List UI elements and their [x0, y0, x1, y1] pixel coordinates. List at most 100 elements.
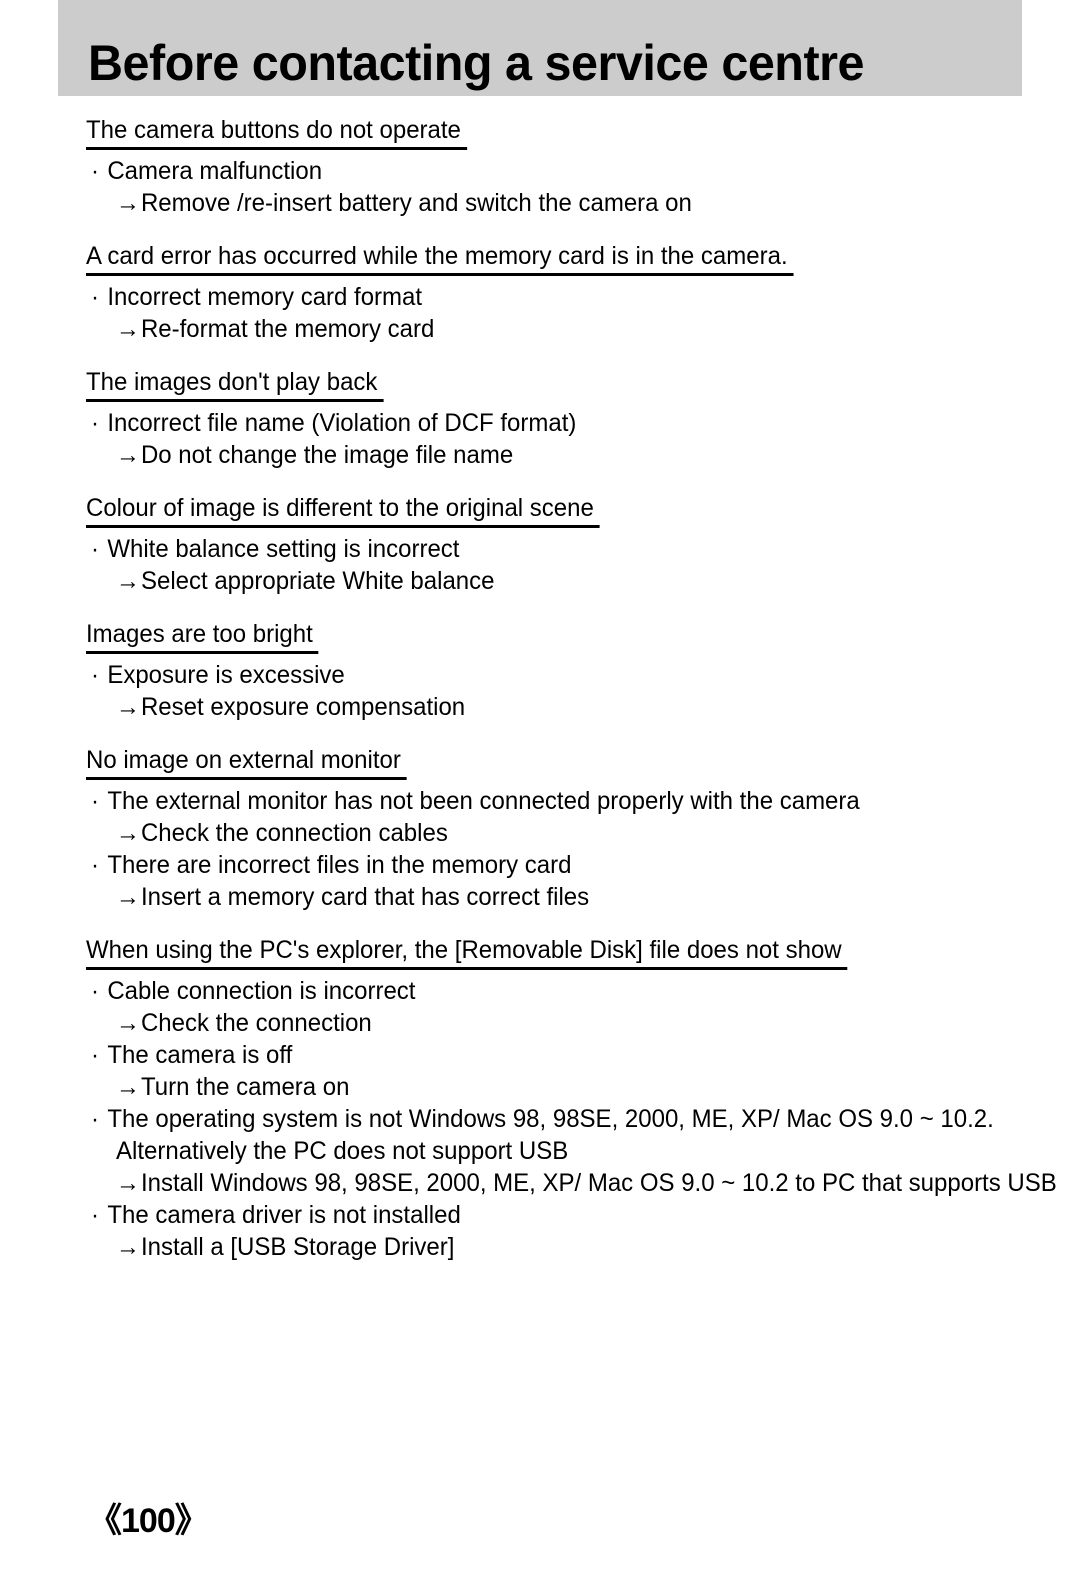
- troubleshooting-section: The images don't play back · Incorrect fil…: [0, 345, 1080, 471]
- cause-text: Incorrect file name (Violation of DCF fo…: [107, 409, 577, 437]
- section-heading-row: No image on external monitor: [0, 746, 1080, 780]
- cause-text: Camera malfunction: [107, 157, 323, 185]
- bullet-icon: ·: [91, 851, 99, 879]
- cause-text: White balance setting is incorrect: [107, 535, 460, 563]
- cause-item: · Camera malfunction: [91, 155, 1040, 187]
- section-heading-row: The images don't play back: [0, 368, 1080, 402]
- remedy-text: Remove /re-insert battery and switch the…: [140, 189, 692, 217]
- bullet-icon: ·: [91, 787, 99, 815]
- troubleshooting-section: A card error has occurred while the memo…: [0, 219, 1080, 345]
- remedy-text: Re-format the memory card: [140, 315, 435, 343]
- bullet-icon: ·: [91, 1105, 99, 1133]
- remedy-item: →Check the connection: [116, 1007, 1041, 1039]
- cause-text: The external monitor has not been connec…: [107, 787, 860, 815]
- remedy-text: Install a [USB Storage Driver]: [140, 1233, 455, 1261]
- troubleshooting-content: The camera buttons do not operate · Camera…: [0, 96, 1080, 1263]
- bullet-icon: ·: [91, 977, 99, 1005]
- remedy-item: →Select appropriate White balance: [116, 565, 1041, 597]
- arrow-icon: →: [116, 189, 140, 217]
- section-heading-row: The camera buttons do not operate: [0, 116, 1080, 150]
- bullet-icon: ·: [91, 1041, 99, 1069]
- cause-text: There are incorrect files in the memory …: [107, 851, 572, 879]
- cause-item: · The camera is off: [91, 1039, 1040, 1071]
- remedy-item: →Re-format the memory card: [116, 313, 1041, 345]
- troubleshooting-section: The camera buttons do not operate · Camera…: [0, 96, 1080, 219]
- cause-text: Cable connection is incorrect: [107, 977, 416, 1005]
- remedy-item: →Do not change the image file name: [116, 439, 1041, 471]
- section-heading: When using the PC's explorer, the [Remov…: [86, 936, 848, 970]
- remedy-text: Check the connection: [140, 1009, 372, 1037]
- remedy-text: Install Windows 98, 98SE, 2000, ME, XP/ …: [140, 1169, 1057, 1197]
- section-heading-row: A card error has occurred while the memo…: [0, 242, 1080, 276]
- cause-item: · The operating system is not Windows 98,…: [91, 1103, 1040, 1135]
- arrow-icon: →: [116, 567, 140, 595]
- bullet-icon: ·: [91, 409, 99, 437]
- arrow-icon: →: [116, 1009, 140, 1037]
- page-title: Before contacting a service centre: [88, 35, 864, 91]
- arrow-icon: →: [116, 441, 140, 469]
- cause-item: · The camera driver is not installed: [91, 1199, 1040, 1231]
- section-heading: Colour of image is different to the orig…: [86, 494, 600, 528]
- cause-text: The operating system is not Windows 98, …: [107, 1105, 994, 1133]
- troubleshooting-section: Images are too bright · Exposure is excess…: [0, 597, 1080, 723]
- cause-text: The camera is off: [107, 1041, 293, 1069]
- page-header-banner: Before contacting a service centre: [58, 0, 1022, 96]
- arrow-icon: →: [116, 1073, 140, 1101]
- remedy-text: Select appropriate White balance: [140, 567, 495, 595]
- bullet-icon: ·: [91, 661, 99, 689]
- section-heading-row: Images are too bright: [0, 620, 1080, 654]
- cause-item: · The external monitor has not been conne…: [91, 785, 1040, 817]
- bullet-icon: ·: [91, 157, 99, 185]
- arrow-icon: →: [116, 693, 140, 721]
- remedy-item: →Turn the camera on: [116, 1071, 1041, 1103]
- remedy-item: →Check the connection cables: [116, 817, 1041, 849]
- remedy-item: →Insert a memory card that has correct f…: [116, 881, 1041, 913]
- remedy-text: Reset exposure compensation: [140, 693, 466, 721]
- bullet-icon: ·: [91, 535, 99, 563]
- cause-item: · Incorrect file name (Violation of DCF f…: [91, 407, 1040, 439]
- bullet-icon: ·: [91, 283, 99, 311]
- bullet-icon: ·: [91, 1201, 99, 1229]
- section-heading: The camera buttons do not operate: [86, 116, 467, 150]
- arrow-icon: →: [116, 883, 140, 911]
- section-heading: The images don't play back: [86, 368, 384, 402]
- cause-text: Incorrect memory card format: [107, 283, 423, 311]
- section-heading: A card error has occurred while the memo…: [86, 242, 794, 276]
- cause-item: · Cable connection is incorrect: [91, 975, 1040, 1007]
- troubleshooting-section: When using the PC's explorer, the [Remov…: [0, 913, 1080, 1263]
- remedy-item: →Install a [USB Storage Driver]: [116, 1231, 1041, 1263]
- remedy-item: →Reset exposure compensation: [116, 691, 1041, 723]
- cause-item: · Exposure is excessive: [91, 659, 1040, 691]
- section-heading: Images are too bright: [86, 620, 319, 654]
- cause-item: · Incorrect memory card format: [91, 281, 1040, 313]
- section-heading: No image on external monitor: [86, 746, 407, 780]
- arrow-icon: →: [116, 1169, 140, 1197]
- cause-text: The camera driver is not installed: [107, 1201, 461, 1229]
- remedy-text: Turn the camera on: [140, 1073, 350, 1101]
- troubleshooting-section: Colour of image is different to the orig…: [0, 471, 1080, 597]
- remedy-text: Do not change the image file name: [140, 441, 514, 469]
- page-number: 《100》: [88, 1502, 209, 1540]
- cause-item: · There are incorrect files in the memory…: [91, 849, 1040, 881]
- section-heading-row: Colour of image is different to the orig…: [0, 494, 1080, 528]
- remedy-item: →Install Windows 98, 98SE, 2000, ME, XP/…: [116, 1167, 1057, 1199]
- arrow-icon: →: [116, 819, 140, 847]
- troubleshooting-section: No image on external monitor · The externa…: [0, 723, 1080, 913]
- section-list: The camera buttons do not operate · Camera…: [0, 96, 1080, 1263]
- remedy-item: →Remove /re-insert battery and switch th…: [116, 187, 1041, 219]
- arrow-icon: →: [116, 1233, 140, 1261]
- cause-item: · White balance setting is incorrect: [91, 533, 1040, 565]
- remedy-text: Insert a memory card that has correct fi…: [140, 883, 590, 911]
- section-heading-row: When using the PC's explorer, the [Remov…: [0, 936, 1080, 970]
- remedy-text: Check the connection cables: [140, 819, 448, 847]
- cause-text: Exposure is excessive: [107, 661, 345, 689]
- arrow-icon: →: [116, 315, 140, 343]
- cause-continuation: Alternatively the PC does not support US…: [116, 1137, 569, 1165]
